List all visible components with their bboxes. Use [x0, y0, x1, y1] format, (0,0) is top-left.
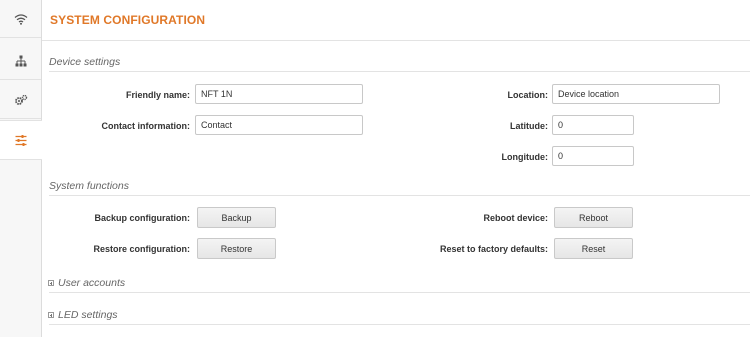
page-title: SYSTEM CONFIGURATION [50, 13, 206, 27]
network-topology-icon [15, 55, 26, 66]
sliders-icon [15, 134, 27, 146]
gears-icon [14, 94, 27, 105]
reset-factory-defaults-label: Reset to factory defaults: [439, 244, 548, 254]
wifi-icon [14, 13, 27, 25]
main-content: SYSTEM CONFIGURATION Device settings Fri… [42, 0, 750, 337]
backup-button[interactable]: Backup [197, 207, 276, 228]
system-functions-divider [49, 195, 750, 196]
location-input[interactable] [552, 84, 720, 104]
device-settings-heading: Device settings [49, 56, 121, 68]
led-settings-heading: LED settings [58, 309, 118, 321]
reboot-button[interactable]: Reboot [554, 207, 633, 228]
longitude-input[interactable] [552, 146, 634, 166]
expand-plus-icon [48, 280, 54, 286]
led-settings-toggle[interactable]: LED settings [48, 308, 348, 324]
device-settings-divider [49, 71, 750, 72]
friendly-name-label: Friendly name: [125, 90, 190, 100]
title-divider [42, 40, 750, 41]
user-accounts-heading: User accounts [58, 277, 126, 289]
restore-button[interactable]: Restore [197, 238, 276, 259]
nav-network[interactable] [0, 42, 41, 80]
nav-services[interactable] [0, 81, 41, 119]
contact-information-label: Contact information: [101, 121, 191, 131]
reboot-device-label: Reboot device: [483, 213, 548, 223]
expand-plus-icon [48, 312, 54, 318]
location-label: Location: [507, 90, 549, 100]
reset-button[interactable]: Reset [554, 238, 633, 259]
user-accounts-divider [49, 292, 750, 293]
system-functions-heading: System functions [49, 180, 129, 192]
latitude-label: Latitude: [510, 121, 548, 131]
sidebar [0, 0, 42, 337]
nav-wireless[interactable] [0, 0, 41, 38]
user-accounts-toggle[interactable]: User accounts [48, 276, 348, 292]
longitude-label: Longitude: [501, 152, 549, 162]
nav-system[interactable] [0, 120, 42, 160]
restore-configuration-label: Restore configuration: [93, 244, 190, 254]
friendly-name-input[interactable] [195, 84, 363, 104]
contact-information-input[interactable] [195, 115, 363, 135]
led-settings-divider [49, 324, 750, 325]
backup-configuration-label: Backup configuration: [94, 213, 190, 223]
latitude-input[interactable] [552, 115, 634, 135]
